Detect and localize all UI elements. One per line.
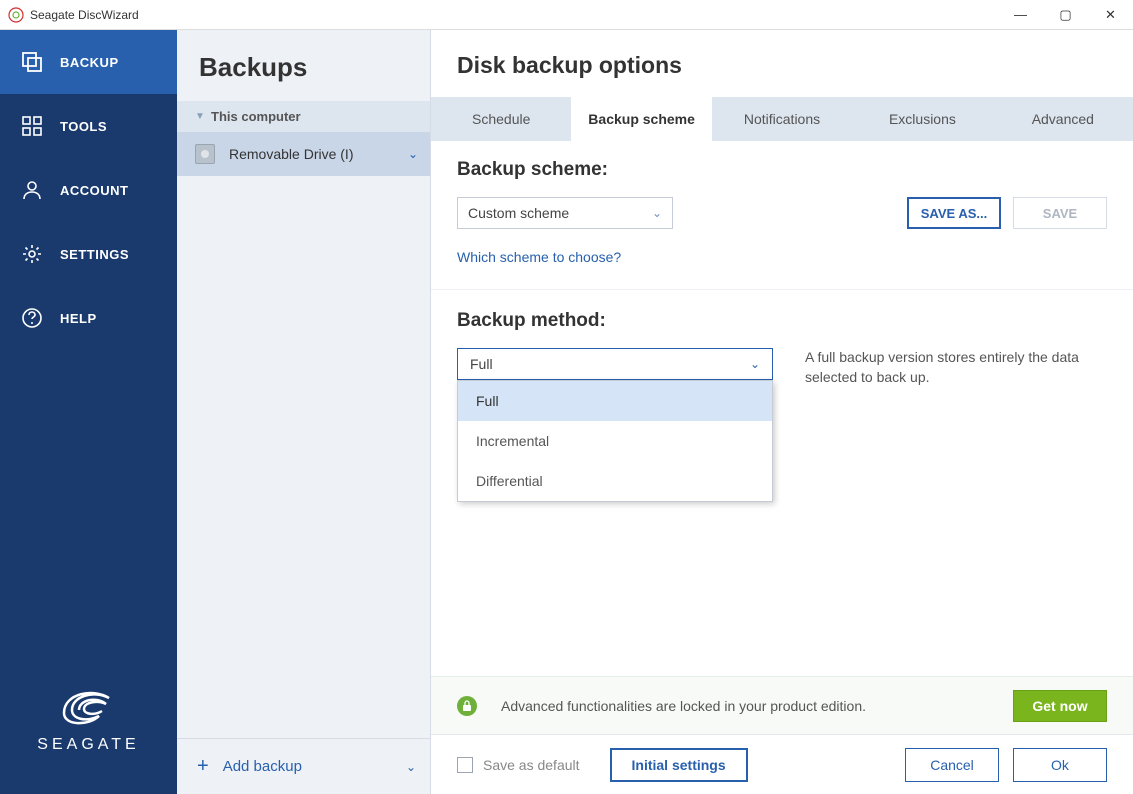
sidebar-item-backup[interactable]: BACKUP — [0, 30, 177, 94]
sidebar-item-label: SETTINGS — [60, 247, 129, 262]
account-icon — [20, 178, 44, 202]
main-panel: Disk backup options Schedule Backup sche… — [431, 30, 1133, 794]
title-bar: Seagate DiscWizard — ▢ ✕ — [0, 0, 1133, 30]
sidebar-item-help[interactable]: HELP — [0, 286, 177, 350]
backup-icon — [20, 50, 44, 74]
ok-button[interactable]: Ok — [1013, 748, 1107, 782]
tabs: Schedule Backup scheme Notifications Exc… — [431, 97, 1133, 141]
which-scheme-link[interactable]: Which scheme to choose? — [457, 249, 621, 265]
scheme-selected-value: Custom scheme — [468, 205, 569, 221]
method-dropdown: Full Incremental Differential — [457, 380, 773, 502]
caret-down-icon: ▼ — [195, 111, 205, 122]
method-option-differential[interactable]: Differential — [458, 461, 772, 501]
tab-advanced[interactable]: Advanced — [993, 97, 1133, 141]
save-as-default-checkbox[interactable] — [457, 757, 473, 773]
content-area: Backup scheme: Custom scheme ⌄ SAVE AS..… — [431, 141, 1133, 794]
method-section-title: Backup method: — [457, 310, 1107, 332]
close-button[interactable]: ✕ — [1088, 0, 1133, 30]
sidebar-item-label: ACCOUNT — [60, 183, 129, 198]
method-selected-value: Full — [470, 356, 493, 372]
gear-icon — [20, 242, 44, 266]
tools-icon — [20, 114, 44, 138]
method-select[interactable]: Full ⌄ — [457, 348, 773, 380]
sidebar-item-label: TOOLS — [60, 119, 107, 134]
seagate-logo-icon — [54, 678, 124, 728]
minimize-button[interactable]: — — [998, 0, 1043, 30]
locked-bar: Advanced functionalities are locked in y… — [431, 676, 1133, 734]
scheme-section: Backup scheme: Custom scheme ⌄ SAVE AS..… — [431, 141, 1133, 290]
window-title: Seagate DiscWizard — [30, 8, 998, 22]
tab-schedule[interactable]: Schedule — [431, 97, 571, 141]
window-controls: — ▢ ✕ — [998, 0, 1133, 30]
backups-panel: Backups ▼ This computer Removable Drive … — [177, 30, 431, 794]
method-option-incremental[interactable]: Incremental — [458, 421, 772, 461]
cancel-button[interactable]: Cancel — [905, 748, 999, 782]
tab-notifications[interactable]: Notifications — [712, 97, 852, 141]
tab-exclusions[interactable]: Exclusions — [852, 97, 992, 141]
sidebar-item-label: HELP — [60, 311, 97, 326]
add-backup-label: Add backup — [223, 758, 302, 775]
chevron-down-icon: ⌄ — [406, 760, 416, 774]
method-option-full[interactable]: Full — [458, 381, 772, 421]
method-section: Backup method: Full ⌄ Full Incremental D… — [431, 290, 1133, 387]
save-button: SAVE — [1013, 197, 1107, 229]
locked-message: Advanced functionalities are locked in y… — [501, 698, 1013, 714]
save-as-default-label: Save as default — [483, 757, 580, 773]
sidebar-item-account[interactable]: ACCOUNT — [0, 158, 177, 222]
brand-logo: SEAGATE — [0, 648, 177, 794]
footer: Save as default Initial settings Cancel … — [431, 734, 1133, 794]
app-icon — [8, 7, 24, 23]
tree-header-this-computer[interactable]: ▼ This computer — [177, 101, 430, 132]
initial-settings-button[interactable]: Initial settings — [610, 748, 748, 782]
drive-icon — [195, 144, 215, 164]
sidebar-item-label: BACKUP — [60, 55, 119, 70]
get-now-button[interactable]: Get now — [1013, 690, 1107, 722]
scheme-select[interactable]: Custom scheme ⌄ — [457, 197, 673, 229]
save-as-button[interactable]: SAVE AS... — [907, 197, 1001, 229]
sidebar-item-settings[interactable]: SETTINGS — [0, 222, 177, 286]
backups-panel-title: Backups — [177, 30, 430, 101]
help-icon — [20, 306, 44, 330]
scheme-section-title: Backup scheme: — [457, 159, 1107, 181]
tree-header-label: This computer — [211, 109, 301, 124]
sidebar: BACKUP TOOLS ACCOUNT SETTINGS HELP SEAGA… — [0, 30, 177, 794]
sidebar-item-tools[interactable]: TOOLS — [0, 94, 177, 158]
plus-icon: + — [197, 755, 209, 778]
tab-backup-scheme[interactable]: Backup scheme — [571, 97, 711, 141]
brand-logo-text: SEAGATE — [37, 736, 139, 754]
tree-item-label: Removable Drive (I) — [229, 146, 353, 162]
page-title: Disk backup options — [431, 30, 1133, 97]
chevron-down-icon: ⌄ — [750, 357, 760, 371]
chevron-down-icon: ⌄ — [408, 147, 418, 161]
lock-icon — [457, 696, 477, 716]
method-description: A full backup version stores entirely th… — [805, 348, 1085, 387]
maximize-button[interactable]: ▢ — [1043, 0, 1088, 30]
add-backup-button[interactable]: + Add backup ⌄ — [177, 738, 430, 794]
chevron-down-icon: ⌄ — [652, 206, 662, 220]
tree-item-removable-drive[interactable]: Removable Drive (I) ⌄ — [177, 132, 430, 176]
app-body: BACKUP TOOLS ACCOUNT SETTINGS HELP SEAGA… — [0, 30, 1133, 794]
